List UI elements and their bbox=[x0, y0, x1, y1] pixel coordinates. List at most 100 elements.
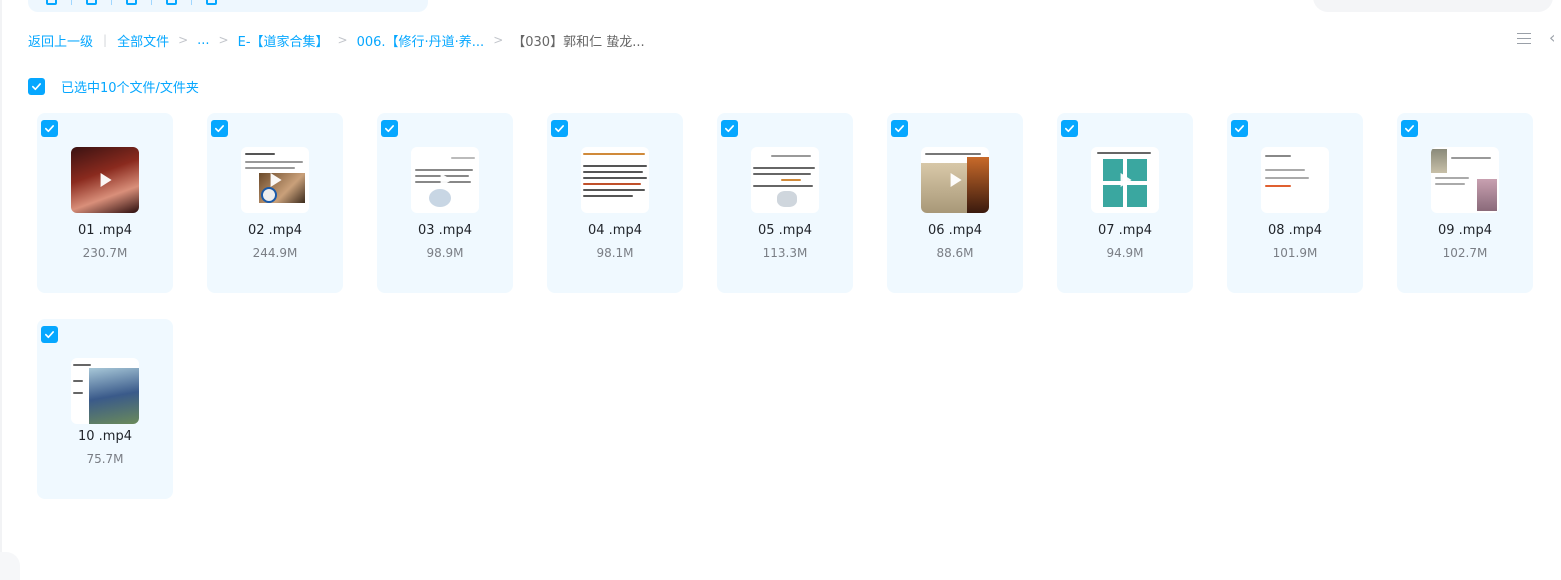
check-icon bbox=[725, 125, 734, 133]
file-size: 98.1M bbox=[596, 246, 634, 260]
file-card[interactable]: 07 .mp4 94.9M bbox=[1057, 113, 1193, 293]
play-icon bbox=[100, 173, 112, 187]
video-thumbnail bbox=[1431, 147, 1499, 213]
file-checkbox[interactable] bbox=[41, 120, 58, 137]
file-name: 10 .mp4 bbox=[78, 429, 132, 444]
file-card[interactable]: 06 .mp4 88.6M bbox=[887, 113, 1023, 293]
breadcrumb-separator-icon: > bbox=[218, 33, 229, 47]
breadcrumb-separator-icon: > bbox=[337, 33, 348, 47]
file-name: 09 .mp4 bbox=[1438, 223, 1492, 238]
toolbar-divider bbox=[71, 0, 72, 5]
file-checkbox[interactable] bbox=[1231, 120, 1248, 137]
check-icon bbox=[32, 83, 41, 91]
file-size: 94.9M bbox=[1106, 246, 1144, 260]
left-border bbox=[0, 0, 2, 580]
file-card[interactable]: 01 .mp4 230.7M bbox=[37, 113, 173, 293]
file-checkbox[interactable] bbox=[1401, 120, 1418, 137]
file-name: 04 .mp4 bbox=[588, 223, 642, 238]
search-input[interactable] bbox=[1313, 0, 1553, 12]
play-icon bbox=[1120, 173, 1132, 187]
breadcrumb-divider: | bbox=[103, 33, 108, 47]
action-toolbar bbox=[28, 0, 428, 12]
list-view-icon[interactable] bbox=[1517, 32, 1531, 45]
breadcrumb-all-files[interactable]: 全部文件 bbox=[117, 31, 169, 50]
file-checkbox[interactable] bbox=[211, 120, 228, 137]
video-thumbnail bbox=[411, 147, 479, 213]
chevron-left-icon[interactable]: ‹ bbox=[1549, 30, 1559, 46]
select-all-checkbox[interactable] bbox=[28, 78, 45, 95]
toolbar-action-2[interactable] bbox=[86, 0, 97, 5]
video-thumbnail bbox=[921, 147, 989, 213]
breadcrumb-separator-icon: > bbox=[178, 33, 189, 47]
download-icon bbox=[86, 0, 97, 5]
video-thumbnail bbox=[581, 147, 649, 213]
file-card[interactable]: 05 .mp4 113.3M bbox=[717, 113, 853, 293]
file-name: 03 .mp4 bbox=[418, 223, 472, 238]
move-icon bbox=[206, 0, 217, 5]
file-checkbox[interactable] bbox=[381, 120, 398, 137]
toolbar-action-1[interactable] bbox=[46, 0, 57, 5]
check-icon bbox=[555, 125, 564, 133]
play-icon bbox=[270, 173, 282, 187]
video-thumbnail bbox=[1091, 147, 1159, 213]
check-icon bbox=[45, 331, 54, 339]
file-size: 230.7M bbox=[82, 246, 128, 260]
toolbar-divider bbox=[111, 0, 112, 5]
back-link[interactable]: 返回上一级 bbox=[28, 31, 93, 50]
toolbar-action-3[interactable] bbox=[126, 0, 137, 5]
check-icon bbox=[45, 125, 54, 133]
toolbar-divider bbox=[191, 0, 192, 5]
breadcrumb-level-2[interactable]: 006.【修行·丹道·养... bbox=[357, 31, 485, 50]
file-size: 75.7M bbox=[86, 452, 124, 466]
file-checkbox[interactable] bbox=[891, 120, 908, 137]
file-size: 102.7M bbox=[1442, 246, 1488, 260]
file-name: 05 .mp4 bbox=[758, 223, 812, 238]
file-size: 244.9M bbox=[252, 246, 298, 260]
delete-icon bbox=[126, 0, 137, 5]
file-card[interactable]: 03 .mp4 98.9M bbox=[377, 113, 513, 293]
breadcrumb-ellipsis[interactable]: ... bbox=[197, 33, 209, 48]
selection-count-label: 已选中10个文件/文件夹 bbox=[61, 81, 199, 96]
file-name: 02 .mp4 bbox=[248, 223, 302, 238]
play-icon bbox=[950, 173, 962, 187]
breadcrumb-current: 【030】郭和仁 蛰龙... bbox=[512, 34, 645, 50]
file-name: 01 .mp4 bbox=[78, 223, 132, 238]
file-checkbox[interactable] bbox=[41, 326, 58, 343]
file-size: 88.6M bbox=[936, 246, 974, 260]
select-all-row: 已选中10个文件/文件夹 bbox=[28, 77, 199, 96]
file-card[interactable]: 09 .mp4 102.7M bbox=[1397, 113, 1533, 293]
file-name: 06 .mp4 bbox=[928, 223, 982, 238]
file-card[interactable]: 08 .mp4 101.9M bbox=[1227, 113, 1363, 293]
copy-icon bbox=[166, 0, 177, 5]
video-thumbnail bbox=[1261, 147, 1329, 213]
share-icon bbox=[46, 0, 57, 5]
file-checkbox[interactable] bbox=[721, 120, 738, 137]
video-thumbnail bbox=[71, 358, 139, 424]
video-thumbnail bbox=[241, 147, 309, 213]
file-checkbox[interactable] bbox=[1061, 120, 1078, 137]
corner-decoration bbox=[0, 552, 20, 580]
toolbar-action-5[interactable] bbox=[206, 0, 217, 5]
view-controls: ‹ bbox=[1517, 30, 1561, 46]
file-size: 98.9M bbox=[426, 246, 464, 260]
video-thumbnail bbox=[71, 147, 139, 213]
file-card[interactable]: 02 .mp4 244.9M bbox=[207, 113, 343, 293]
check-icon bbox=[1405, 125, 1414, 133]
breadcrumb-level-1[interactable]: E-【道家合集】 bbox=[238, 31, 329, 50]
video-thumbnail bbox=[751, 147, 819, 213]
breadcrumb-separator-icon: > bbox=[493, 33, 504, 47]
play-icon bbox=[440, 173, 452, 187]
check-icon bbox=[385, 125, 394, 133]
file-size: 101.9M bbox=[1272, 246, 1318, 260]
file-name: 08 .mp4 bbox=[1268, 223, 1322, 238]
file-name: 07 .mp4 bbox=[1098, 223, 1152, 238]
file-card[interactable]: 04 .mp4 98.1M bbox=[547, 113, 683, 293]
file-card[interactable]: 10 .mp4 75.7M bbox=[37, 319, 173, 499]
check-icon bbox=[1235, 125, 1244, 133]
check-icon bbox=[215, 125, 224, 133]
file-checkbox[interactable] bbox=[551, 120, 568, 137]
toolbar-action-4[interactable] bbox=[166, 0, 177, 5]
breadcrumb: 返回上一级 | 全部文件 > ... > E-【道家合集】 > 006.【修行·… bbox=[28, 30, 645, 50]
check-icon bbox=[895, 125, 904, 133]
check-icon bbox=[1065, 125, 1074, 133]
